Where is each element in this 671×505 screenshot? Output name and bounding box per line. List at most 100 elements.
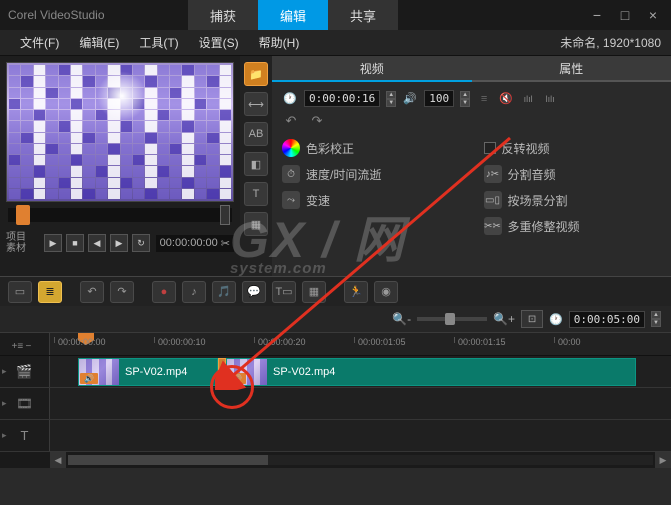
fade-out-icon[interactable]: lılı (542, 91, 558, 107)
scroll-right-button[interactable]: ▶ (655, 452, 671, 468)
split-audio-icon: ♪✂ (484, 165, 502, 183)
chapter-button[interactable]: ▦ (302, 281, 326, 303)
storyboard-view-button[interactable]: ▭ (8, 281, 32, 303)
zoom-in-icon[interactable]: 🔍+ (493, 312, 515, 326)
timeline-view-button[interactable]: ≣ (38, 281, 62, 303)
duration-spinner[interactable]: ▲▼ (386, 91, 396, 107)
maximize-button[interactable]: □ (615, 6, 635, 24)
tab-edit[interactable]: 编辑 (258, 0, 328, 30)
right-pane: 📁 ⟷ AB ◧ T ▦ 视频 属性 🕐 0:00:00:16 ▲▼ 🔊 100… (240, 56, 671, 276)
transitions-icon[interactable]: ⟷ (244, 92, 268, 116)
clock-icon: 🕐 (282, 91, 298, 107)
menu-tools[interactable]: 工具(T) (129, 34, 188, 51)
media-library-icon[interactable]: 📁 (244, 62, 268, 86)
scrub-end-marker[interactable] (220, 205, 230, 225)
zoom-tc-spinner[interactable]: ▲▼ (651, 311, 661, 327)
duration-input[interactable]: 0:00:00:16 (304, 90, 380, 107)
overlay-track-icon: 🎞 (16, 396, 33, 412)
prev-frame-button[interactable]: ◀ (88, 234, 106, 252)
color-correction-option[interactable]: 色彩校正 (282, 139, 460, 157)
tab-attributes[interactable]: 属性 (472, 56, 671, 82)
next-frame-button[interactable]: ▶ (110, 234, 128, 252)
speed-option[interactable]: ⏱速度/时间流逝 (282, 165, 460, 183)
volume-input[interactable]: 100 (424, 90, 454, 107)
stop-button[interactable]: ■ (66, 234, 84, 252)
title-track-head[interactable]: ▸T (0, 420, 50, 451)
scrub-handle[interactable] (16, 205, 30, 225)
title-button[interactable]: T▭ (272, 281, 296, 303)
audio-mixer-button[interactable]: ♪ (182, 281, 206, 303)
title-track-body[interactable] (50, 420, 671, 451)
variable-speed-option[interactable]: ⤳变速 (282, 191, 460, 209)
video-track: ▸🎬 SP-V02.mp4 🔊 SP-V02.mp4 🔊 (0, 356, 671, 388)
clip-2-audio-badge: 🔊 (228, 373, 246, 384)
text-tool-icon[interactable]: T (244, 182, 268, 206)
record-button[interactable]: ● (152, 281, 176, 303)
filters-icon[interactable]: ▦ (244, 212, 268, 236)
play-button[interactable]: ▶ (44, 234, 62, 252)
scroll-left-button[interactable]: ◀ (50, 452, 66, 468)
ruler-ticks[interactable]: 00:00:00:00 00:00:00:10 00:00:00:20 00:0… (50, 333, 671, 355)
clip-2[interactable]: SP-V02.mp4 🔊 (226, 358, 636, 386)
menu-help[interactable]: 帮助(H) (249, 34, 310, 51)
scroll-thumb[interactable] (68, 455, 268, 465)
motion-track-button[interactable]: 🏃 (344, 281, 368, 303)
volume-spinner[interactable]: ▲▼ (460, 91, 470, 107)
close-button[interactable]: × (643, 6, 663, 24)
preview-timecode[interactable]: 00:00:00:00✂ (156, 235, 234, 252)
overlay-track-head[interactable]: ▸🎞 (0, 388, 50, 419)
collapse-icon[interactable]: − (26, 341, 38, 353)
properties-panel: 视频 属性 🕐 0:00:00:16 ▲▼ 🔊 100 ▲▼ ≡ 🔇 ılıl … (272, 56, 671, 276)
titles-icon[interactable]: AB (244, 122, 268, 146)
subtitle-button[interactable]: 💬 (242, 281, 266, 303)
options-grid: 色彩校正 反转视频 ⏱速度/时间流逝 ♪✂分割音频 ⤳变速 ▭▯按场景分割 ✂✂… (282, 139, 661, 235)
graphics-icon[interactable]: ◧ (244, 152, 268, 176)
tab-share[interactable]: 共享 (328, 0, 398, 30)
volume-icon: 🔊 (402, 91, 418, 107)
multi-trim-icon: ✂✂ (484, 217, 502, 235)
scrub-bar[interactable] (8, 208, 232, 222)
main-tabs: 捕获 编辑 共享 (188, 0, 398, 30)
tick: 00:00:00:10 (154, 337, 206, 343)
zoom-timecode[interactable]: 0:00:05:00 (569, 311, 645, 328)
reverse-video-option[interactable]: 反转视频 (484, 139, 662, 157)
3d-button[interactable]: ◉ (374, 281, 398, 303)
zoom-out-icon[interactable]: 🔍- (392, 312, 411, 326)
video-track-head[interactable]: ▸🎬 (0, 356, 50, 387)
loop-button[interactable]: ↻ (132, 234, 150, 252)
menu-bar: 文件(F) 编辑(E) 工具(T) 设置(S) 帮助(H) 未命名, 1920*… (0, 30, 671, 56)
multi-trim-option[interactable]: ✂✂多重修整视频 (484, 217, 662, 235)
rotate-right-button[interactable]: ↷ (308, 113, 326, 129)
menu-edit[interactable]: 编辑(E) (69, 34, 129, 51)
fit-project-button[interactable]: ⊡ (521, 310, 543, 328)
menu-settings[interactable]: 设置(S) (189, 34, 249, 51)
menu-file[interactable]: 文件(F) (10, 34, 69, 51)
minimize-button[interactable]: − (587, 6, 607, 24)
reverse-checkbox[interactable] (484, 142, 496, 154)
add-track-icon[interactable]: +≡ (12, 341, 24, 353)
split-scene-option[interactable]: ▭▯按场景分割 (484, 191, 662, 209)
zoom-thumb[interactable] (445, 313, 455, 325)
clip-1[interactable]: SP-V02.mp4 🔊 (78, 358, 218, 386)
undo-button[interactable]: ↶ (80, 281, 104, 303)
preview-screen[interactable] (6, 62, 234, 202)
scroll-track[interactable] (68, 455, 653, 465)
zoom-slider[interactable] (417, 317, 487, 321)
tab-capture[interactable]: 捕获 (188, 0, 258, 30)
timeline-hscroll[interactable]: ◀ ▶ (0, 452, 671, 468)
rotate-left-button[interactable]: ↶ (282, 113, 300, 129)
tick: 00:00:01:05 (354, 337, 406, 343)
video-track-body[interactable]: SP-V02.mp4 🔊 SP-V02.mp4 🔊 (50, 356, 671, 387)
timeline-toolbar: ▭ ≣ ↶ ↷ ● ♪ 🎵 💬 T▭ ▦ 🏃 ◉ (0, 276, 671, 306)
split-audio-option[interactable]: ♪✂分割音频 (484, 165, 662, 183)
redo-button[interactable]: ↷ (110, 281, 134, 303)
mute-icon[interactable]: 🔇 (498, 91, 514, 107)
auto-music-button[interactable]: 🎵 (212, 281, 236, 303)
timeline-ruler[interactable]: +≡ − 00:00:00:00 00:00:00:10 00:00:00:20… (0, 332, 671, 356)
overlay-track-body[interactable] (50, 388, 671, 419)
rotate-row: ↶ ↷ (282, 113, 661, 129)
clip-transition[interactable] (218, 358, 226, 386)
fade-in-icon[interactable]: ılıl (520, 91, 536, 107)
zoom-row: 🔍- 🔍+ ⊡ 🕐 0:00:05:00 ▲▼ (0, 306, 671, 332)
tab-video[interactable]: 视频 (272, 56, 472, 82)
